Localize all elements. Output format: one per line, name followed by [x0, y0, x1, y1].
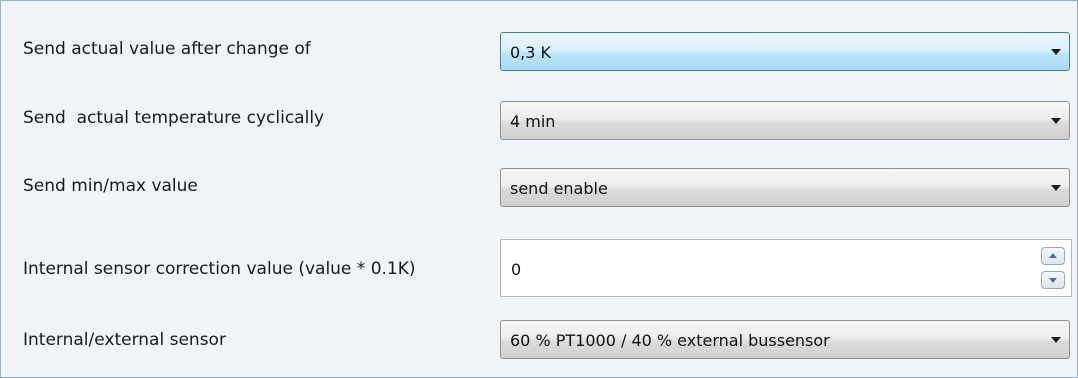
chevron-down-icon[interactable]: [1051, 49, 1061, 55]
correction-value-input[interactable]: 0: [511, 260, 521, 279]
sensor-mode-dropdown[interactable]: 60 % PT1000 / 40 % external bussensor: [500, 320, 1070, 359]
spin-up-button[interactable]: [1041, 247, 1065, 265]
parameter-panel: Send actual value after change of 0,3 K …: [0, 0, 1078, 378]
param-label-change-value: Send actual value after change of: [23, 39, 311, 59]
correction-value-spinbox[interactable]: 0: [500, 239, 1072, 297]
param-row-correction: Internal sensor correction value (value …: [1, 221, 1077, 297]
spin-down-icon: [1049, 278, 1057, 283]
change-value-selected: 0,3 K: [510, 43, 552, 62]
param-row-min-max: Send min/max value send enable: [1, 155, 1077, 215]
sensor-mode-selected: 60 % PT1000 / 40 % external bussensor: [510, 331, 830, 350]
cyclic-send-selected: 4 min: [510, 112, 556, 131]
chevron-down-icon[interactable]: [1051, 337, 1061, 343]
spin-up-icon: [1049, 253, 1057, 258]
param-row-change-value: Send actual value after change of 0,3 K: [1, 21, 1077, 81]
chevron-down-icon[interactable]: [1051, 118, 1061, 124]
param-row-cyclic-send: Send actual temperature cyclically 4 min: [1, 88, 1077, 148]
param-label-correction: Internal sensor correction value (value …: [23, 259, 416, 279]
chevron-down-icon[interactable]: [1051, 185, 1061, 191]
cyclic-send-dropdown[interactable]: 4 min: [500, 101, 1070, 140]
param-label-cyclic-send: Send actual temperature cyclically: [23, 108, 325, 128]
min-max-dropdown[interactable]: send enable: [500, 168, 1070, 207]
change-value-dropdown[interactable]: 0,3 K: [500, 32, 1070, 71]
param-row-sensor-mode: Internal/external sensor 60 % PT1000 / 4…: [1, 306, 1077, 366]
min-max-selected: send enable: [510, 179, 608, 198]
param-label-sensor-mode: Internal/external sensor: [23, 330, 226, 350]
param-label-min-max: Send min/max value: [23, 176, 198, 196]
spin-down-button[interactable]: [1041, 271, 1065, 289]
